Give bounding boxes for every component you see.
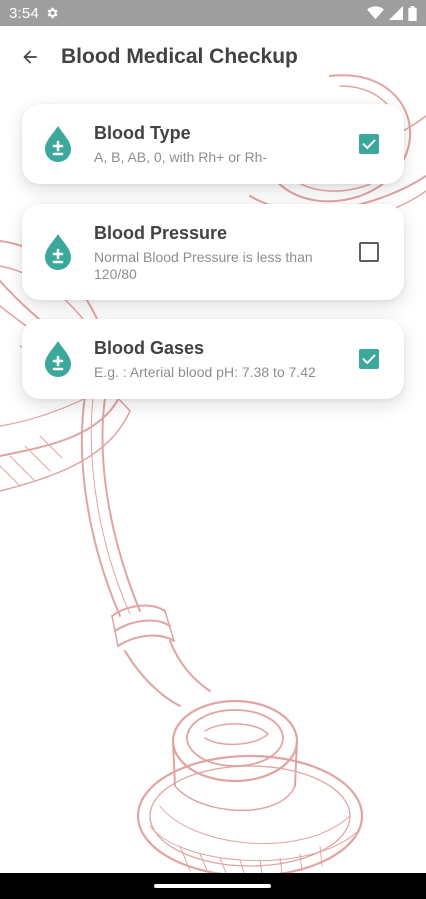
checkup-item-blood-type[interactable]: Blood Type A, B, AB, 0, with Rh+ or Rh- <box>22 104 404 184</box>
item-subtitle: Normal Blood Pressure is less than 120/8… <box>94 248 313 282</box>
blood-drop-plus-minus-icon <box>22 125 94 163</box>
card-text: Blood Pressure Normal Blood Pressure is … <box>94 222 334 283</box>
checkbox[interactable] <box>359 242 379 262</box>
item-subtitle: E.g. : Arterial blood pH: 7.38 to 7.42 <box>94 364 316 380</box>
item-subtitle: A, B, AB, 0, with Rh+ or Rh- <box>94 149 268 165</box>
blood-type-checkbox[interactable] <box>334 104 404 184</box>
app-bar: Blood Medical Checkup <box>0 26 426 88</box>
status-time: 3:54 <box>9 4 39 22</box>
battery-icon <box>408 5 417 21</box>
item-title: Blood Type <box>94 123 191 143</box>
home-gesture-handle[interactable] <box>154 884 271 888</box>
card-text: Blood Gases E.g. : Arterial blood pH: 7.… <box>94 337 334 381</box>
navigation-bar <box>0 873 426 899</box>
checkmark-icon <box>362 354 376 365</box>
settings-gear-icon <box>45 6 59 20</box>
blood-drop-plus-minus-icon <box>22 340 94 378</box>
status-icons <box>367 5 417 21</box>
status-bar: 3:54 <box>0 0 426 26</box>
checkup-item-blood-pressure[interactable]: Blood Pressure Normal Blood Pressure is … <box>22 204 404 300</box>
blood-pressure-checkbox[interactable] <box>334 204 404 300</box>
page-title: Blood Medical Checkup <box>61 45 298 68</box>
item-title: Blood Gases <box>94 338 205 358</box>
checkmark-icon <box>362 139 376 150</box>
wifi-icon <box>367 6 384 20</box>
checkbox[interactable] <box>359 134 379 154</box>
item-title: Blood Pressure <box>94 222 228 243</box>
cell-signal-icon <box>389 6 403 20</box>
checkbox[interactable] <box>359 349 379 369</box>
card-text: Blood Type A, B, AB, 0, with Rh+ or Rh- <box>94 122 334 166</box>
blood-drop-plus-minus-icon <box>22 233 94 271</box>
blood-gases-checkbox[interactable] <box>334 319 404 399</box>
back-button[interactable] <box>0 26 60 88</box>
arrow-back-icon <box>20 47 40 67</box>
checkup-item-blood-gases[interactable]: Blood Gases E.g. : Arterial blood pH: 7.… <box>22 319 404 399</box>
